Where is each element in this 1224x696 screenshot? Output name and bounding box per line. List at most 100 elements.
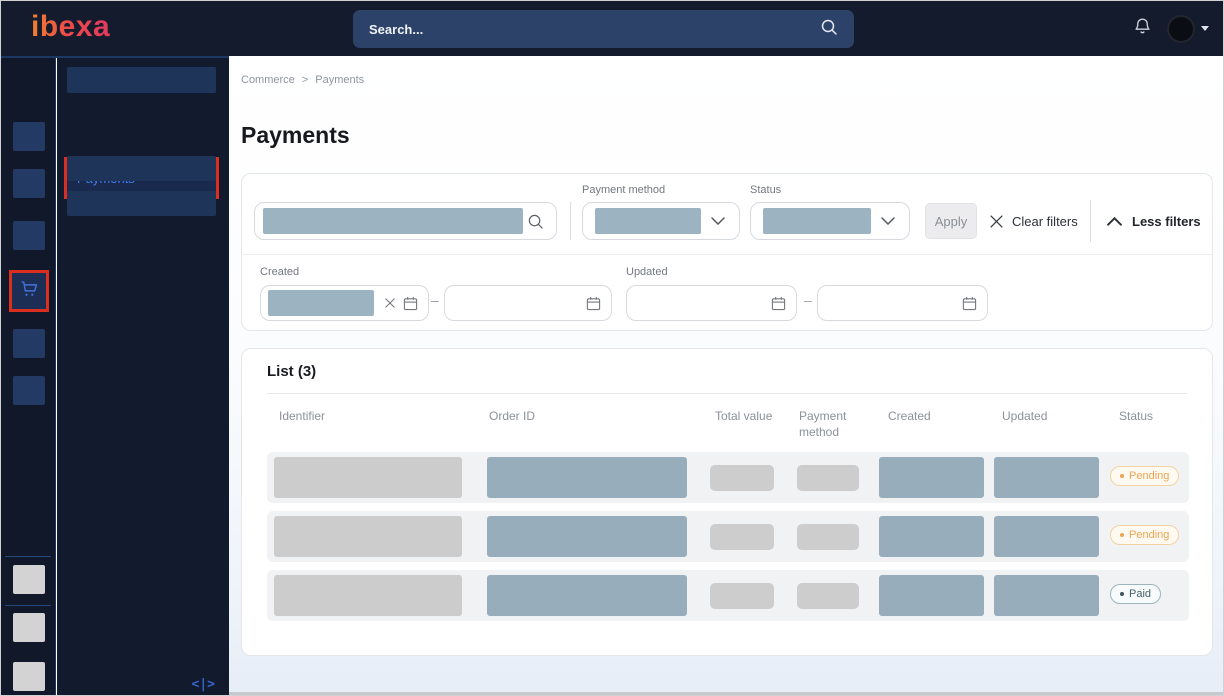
filter-divider bbox=[570, 202, 571, 240]
identifier-placeholder bbox=[274, 575, 462, 616]
created-placeholder bbox=[879, 575, 984, 616]
calendar-icon[interactable] bbox=[403, 296, 418, 311]
updated-to-date-input[interactable] bbox=[817, 285, 988, 321]
icon-rail bbox=[1, 58, 56, 696]
page-title: Payments bbox=[241, 122, 350, 149]
calendar-icon[interactable] bbox=[586, 296, 601, 311]
order-id-placeholder bbox=[487, 457, 687, 498]
payment-method-dropdown[interactable] bbox=[582, 202, 740, 240]
updated-from-date-input[interactable] bbox=[626, 285, 797, 321]
sidebar-item-4[interactable] bbox=[67, 191, 216, 216]
chevron-up-icon bbox=[1107, 217, 1122, 226]
col-header-created: Created bbox=[888, 409, 931, 425]
order-id-placeholder bbox=[487, 575, 687, 616]
status-badge-label: Paid bbox=[1129, 588, 1151, 600]
payment-method-placeholder bbox=[797, 583, 859, 609]
created-to-date-input[interactable] bbox=[444, 285, 612, 321]
sidebar-resize-handle-icon[interactable]: <|> bbox=[192, 677, 215, 692]
table-row[interactable]: Paid bbox=[267, 570, 1189, 621]
identifier-placeholder bbox=[274, 457, 462, 498]
clear-date-icon[interactable] bbox=[385, 298, 395, 308]
rail-menu-item-2[interactable] bbox=[13, 169, 45, 198]
total-value-placeholder bbox=[710, 524, 774, 550]
payment-method-placeholder bbox=[797, 465, 859, 491]
commerce-menu-item-highlighted[interactable] bbox=[9, 270, 49, 312]
chevron-down-icon bbox=[881, 217, 895, 225]
app-window: ibexa Search... bbox=[0, 0, 1224, 696]
clear-filters-button[interactable]: Clear filters bbox=[990, 203, 1078, 239]
top-bar: ibexa Search... bbox=[1, 1, 1223, 56]
status-badge-label: Pending bbox=[1129, 529, 1169, 541]
updated-placeholder bbox=[994, 516, 1099, 557]
status-badge: Paid bbox=[1110, 584, 1161, 604]
col-header-identifier: Identifier bbox=[279, 409, 325, 425]
status-dot bbox=[1120, 474, 1124, 478]
col-header-updated: Updated bbox=[1002, 409, 1047, 425]
sidebar-item-3[interactable] bbox=[67, 156, 216, 181]
rail-bottom-item-3[interactable] bbox=[13, 662, 45, 691]
status-dropdown[interactable] bbox=[750, 202, 910, 240]
notifications-bell-icon[interactable] bbox=[1132, 16, 1153, 42]
user-menu[interactable] bbox=[1167, 15, 1209, 43]
sidebar-area: Payments <|> bbox=[1, 56, 229, 696]
col-header-payment-method: Payment method bbox=[799, 409, 857, 440]
payment-method-value-placeholder bbox=[595, 208, 701, 234]
topbar-actions bbox=[1132, 1, 1209, 56]
global-search-input[interactable]: Search... bbox=[353, 10, 854, 48]
global-search-placeholder: Search... bbox=[369, 22, 820, 37]
created-placeholder bbox=[879, 457, 984, 498]
chevron-down-icon bbox=[1201, 26, 1209, 31]
filters-panel: Payment method Status Apply bbox=[241, 173, 1213, 331]
total-value-placeholder bbox=[710, 583, 774, 609]
search-icon bbox=[527, 213, 544, 230]
rail-bottom-item-1[interactable] bbox=[13, 565, 45, 594]
created-from-value-placeholder bbox=[268, 290, 374, 316]
rail-menu-item-1[interactable] bbox=[13, 122, 45, 151]
breadcrumb-item-commerce[interactable]: Commerce bbox=[241, 74, 295, 86]
rail-menu-item-3[interactable] bbox=[13, 221, 45, 250]
horizontal-scrollbar[interactable] bbox=[229, 692, 1224, 696]
identifier-placeholder bbox=[274, 516, 462, 557]
rail-divider bbox=[5, 556, 51, 557]
clear-filters-label: Clear filters bbox=[1012, 214, 1078, 229]
status-badge: Pending bbox=[1110, 466, 1179, 486]
secondary-sidebar: Payments <|> bbox=[57, 58, 229, 696]
rail-menu-item-6[interactable] bbox=[13, 376, 45, 405]
ibexa-logo[interactable]: ibexa bbox=[31, 10, 110, 44]
filter-search-value-placeholder bbox=[263, 208, 523, 234]
status-badge: Pending bbox=[1110, 525, 1179, 545]
filter-rows-divider bbox=[242, 254, 1212, 255]
updated-label: Updated bbox=[626, 266, 668, 278]
apply-button[interactable]: Apply bbox=[925, 203, 977, 239]
filter-search-input[interactable] bbox=[254, 202, 557, 240]
less-filters-button[interactable]: Less filters bbox=[1107, 203, 1201, 239]
calendar-icon[interactable] bbox=[771, 296, 786, 311]
list-title: List (3) bbox=[267, 363, 316, 380]
status-label: Status bbox=[750, 184, 781, 196]
table-row[interactable]: Pending bbox=[267, 452, 1189, 503]
updated-placeholder bbox=[994, 457, 1099, 498]
breadcrumb: Commerce > Payments bbox=[241, 74, 364, 86]
col-header-status: Status bbox=[1119, 409, 1153, 425]
filter-divider bbox=[1090, 200, 1091, 242]
total-value-placeholder bbox=[710, 465, 774, 491]
created-label: Created bbox=[260, 266, 299, 278]
created-from-date-input[interactable] bbox=[260, 285, 429, 321]
list-header-divider bbox=[267, 393, 1187, 394]
calendar-icon[interactable] bbox=[962, 296, 977, 311]
rail-menu-item-5[interactable] bbox=[13, 329, 45, 358]
date-range-dash: – bbox=[804, 292, 812, 308]
search-icon bbox=[820, 18, 838, 41]
sidebar-item-1[interactable] bbox=[67, 67, 216, 93]
table-row[interactable]: Pending bbox=[267, 511, 1189, 562]
rail-bottom-item-2[interactable] bbox=[13, 613, 45, 642]
main-content: Commerce > Payments Payments Payment met… bbox=[229, 56, 1224, 696]
payment-method-label: Payment method bbox=[582, 184, 665, 196]
status-badge-label: Pending bbox=[1129, 470, 1169, 482]
date-range-dash: – bbox=[431, 292, 439, 308]
breadcrumb-item-payments[interactable]: Payments bbox=[315, 74, 364, 86]
less-filters-label: Less filters bbox=[1132, 214, 1201, 229]
close-icon bbox=[990, 215, 1003, 228]
col-header-order-id: Order ID bbox=[489, 409, 535, 425]
chevron-down-icon bbox=[711, 217, 725, 225]
